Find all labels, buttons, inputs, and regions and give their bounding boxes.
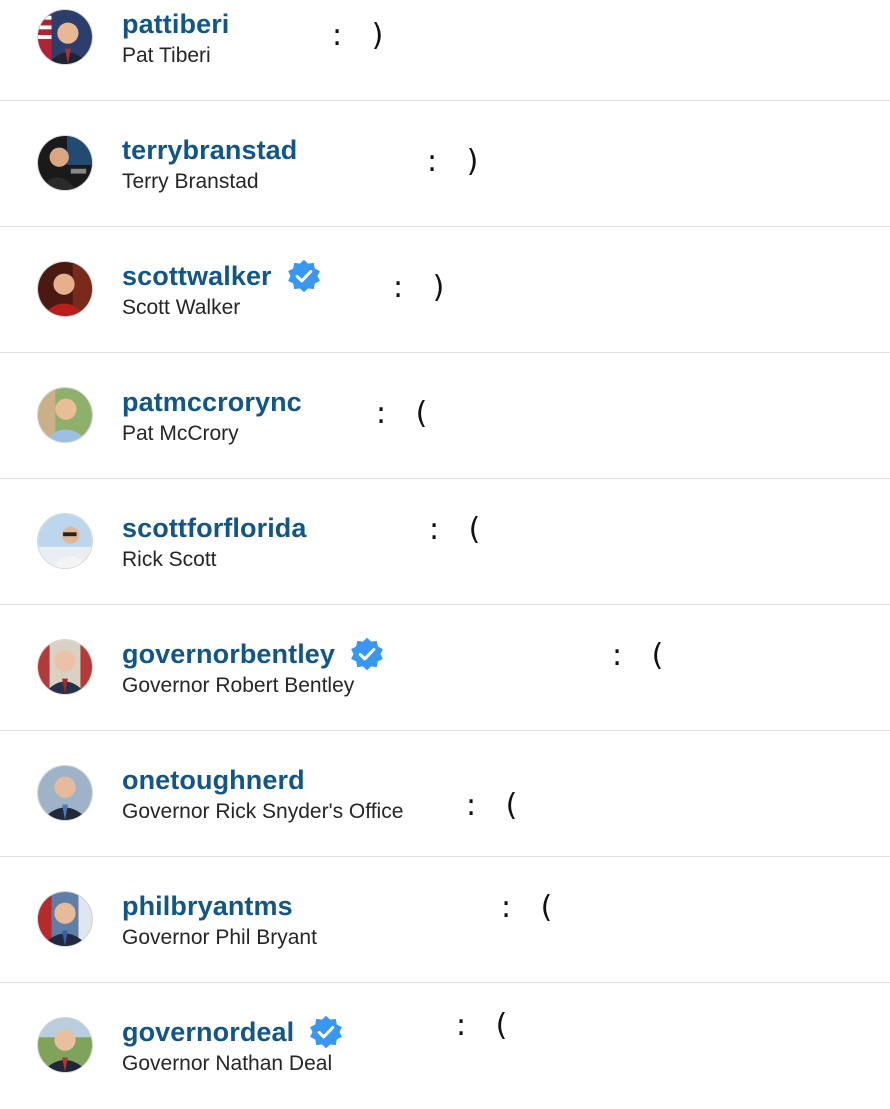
emoticon-annotation: : ( bbox=[429, 512, 491, 547]
username-link[interactable]: governordeal bbox=[122, 1017, 294, 1048]
emoticon-annotation: : ) bbox=[393, 270, 455, 305]
avatar[interactable] bbox=[37, 891, 93, 947]
emoticon-annotation: : ( bbox=[612, 638, 674, 673]
full-name: Scott Walker bbox=[122, 296, 241, 319]
full-name: Governor Nathan Deal bbox=[122, 1052, 333, 1075]
full-name: Governor Robert Bentley bbox=[122, 674, 355, 697]
verified-badge-icon bbox=[308, 1014, 344, 1050]
full-name: Pat McCrory bbox=[122, 422, 239, 445]
list-item: patmccrorync Pat McCrory : ( bbox=[0, 353, 890, 479]
username-link[interactable]: scottwalker bbox=[122, 261, 272, 292]
username-link[interactable]: patmccrorync bbox=[122, 387, 302, 418]
emoticon-annotation: : ) bbox=[427, 144, 489, 179]
emoticon-annotation: : ) bbox=[332, 18, 394, 53]
list-item: scottwalker Scott Walker : ) bbox=[0, 227, 890, 353]
avatar[interactable] bbox=[37, 387, 93, 443]
emoticon-annotation: : ( bbox=[456, 1008, 518, 1043]
username-link[interactable]: pattiberi bbox=[122, 9, 229, 40]
avatar[interactable] bbox=[37, 9, 93, 65]
emoticon-annotation: : ( bbox=[466, 788, 528, 823]
list-item: pattiberi Pat Tiberi : ) bbox=[0, 0, 890, 101]
list-item: scottforflorida Rick Scott : ( bbox=[0, 479, 890, 605]
avatar[interactable] bbox=[37, 639, 93, 695]
avatar[interactable] bbox=[37, 261, 93, 317]
username-link[interactable]: terrybranstad bbox=[122, 135, 297, 166]
username-line: terrybranstad bbox=[122, 134, 297, 166]
username-line: onetoughnerd bbox=[122, 764, 305, 796]
full-name: Terry Branstad bbox=[122, 170, 259, 193]
list-item: governordeal Governor Nathan Deal : ( bbox=[0, 983, 890, 1109]
username-line: pattiberi bbox=[122, 8, 229, 40]
full-name: Pat Tiberi bbox=[122, 44, 211, 67]
username-link[interactable]: governorbentley bbox=[122, 639, 335, 670]
full-name: Rick Scott bbox=[122, 548, 217, 571]
username-line: governordeal bbox=[122, 1014, 344, 1050]
username-link[interactable]: onetoughnerd bbox=[122, 765, 305, 796]
following-list: pattiberi Pat Tiberi : ) terrybranstad T… bbox=[0, 0, 890, 1096]
username-line: scottwalker bbox=[122, 258, 322, 294]
list-item: philbryantms Governor Phil Bryant : ( bbox=[0, 857, 890, 983]
full-name: Governor Phil Bryant bbox=[122, 926, 317, 949]
emoticon-annotation: : ( bbox=[376, 396, 438, 431]
username-line: patmccrorync bbox=[122, 386, 302, 418]
list-item: governorbentley Governor Robert Bentley … bbox=[0, 605, 890, 731]
avatar[interactable] bbox=[37, 1017, 93, 1073]
avatar[interactable] bbox=[37, 513, 93, 569]
username-link[interactable]: scottforflorida bbox=[122, 513, 307, 544]
list-item: onetoughnerd Governor Rick Snyder's Offi… bbox=[0, 731, 890, 857]
username-line: scottforflorida bbox=[122, 512, 307, 544]
verified-badge-icon bbox=[286, 258, 322, 294]
username-line: philbryantms bbox=[122, 890, 293, 922]
username-link[interactable]: philbryantms bbox=[122, 891, 293, 922]
avatar[interactable] bbox=[37, 765, 93, 821]
list-item: terrybranstad Terry Branstad : ) bbox=[0, 101, 890, 227]
full-name: Governor Rick Snyder's Office bbox=[122, 800, 404, 823]
emoticon-annotation: : ( bbox=[501, 890, 563, 925]
username-line: governorbentley bbox=[122, 636, 385, 672]
avatar[interactable] bbox=[37, 135, 93, 191]
verified-badge-icon bbox=[349, 636, 385, 672]
